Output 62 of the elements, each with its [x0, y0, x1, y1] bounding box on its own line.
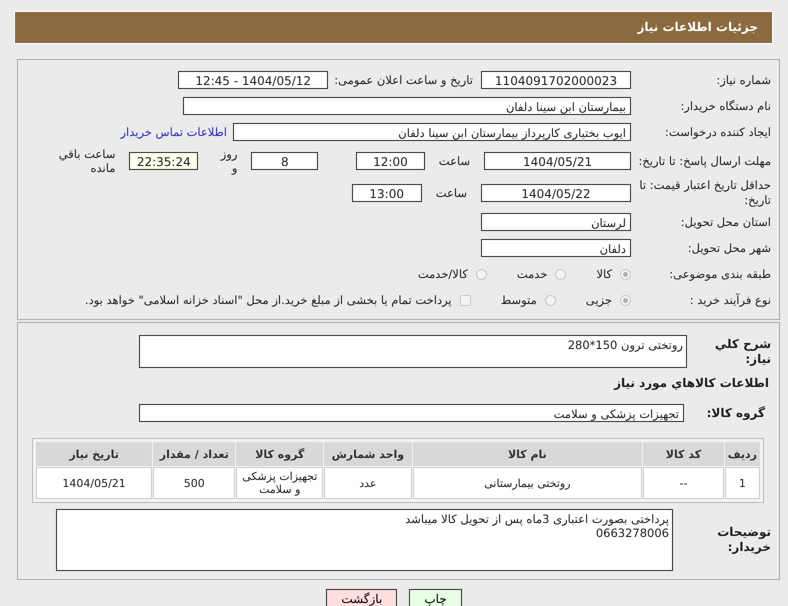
- radio-button[interactable]: [544, 294, 556, 306]
- description-textarea[interactable]: روتختی ترون 150*280: [139, 335, 687, 368]
- validity-time-field: 13:00: [352, 184, 422, 202]
- table-cell: 1: [724, 467, 760, 499]
- field-label: شهر محل تحویل:: [686, 240, 772, 256]
- field-label: حداقل تاریخ اعتبار قیمت: تا تاریخ:: [638, 178, 772, 208]
- validity-date-field: 1404/05/22: [481, 184, 631, 202]
- table-cell: روتختی بیمارستانی: [412, 467, 642, 499]
- table-cell: عدد: [324, 467, 412, 499]
- province-field: لرستان: [481, 213, 631, 231]
- column-header: واحد شمارش: [324, 442, 412, 466]
- deadline-date-field: 1404/05/21: [484, 152, 631, 170]
- radio-button[interactable]: [555, 268, 566, 280]
- radio-label: کالا: [596, 267, 612, 281]
- action-button[interactable]: بازگشت: [326, 589, 398, 606]
- field-label: استان محل تحویل:: [680, 214, 772, 230]
- column-header: گروه کالا: [236, 442, 324, 466]
- city-field: دلفان: [481, 239, 631, 257]
- radio-button[interactable]: [620, 268, 631, 280]
- need-number-field: 1104091702000023: [481, 71, 631, 89]
- table-cell: 1404/05/21: [36, 467, 152, 499]
- checkbox[interactable]: [460, 294, 471, 306]
- payment-note: پرداخت تمام یا بخشی از مبلغ خرید.از محل "اسناد خزانه اسلامی" خواهد بود.: [84, 293, 452, 307]
- days-label: روز و: [219, 147, 238, 175]
- buyer-org-field: بیمارستان ابن سینا دلفان: [183, 97, 631, 115]
- column-header: کد کالا: [643, 442, 724, 466]
- goods-group-field: تجهیزات پزشکی و سلامت: [139, 404, 684, 422]
- deadline-time-field: 12:00: [356, 152, 425, 170]
- radio-label: متوسط: [500, 293, 537, 307]
- table-cell: تجهیزات پزشکی و سلامت: [236, 467, 324, 499]
- table-cell: --: [643, 467, 724, 499]
- radio-label: خدمت: [516, 267, 548, 281]
- column-header: تعداد / مقدار: [153, 442, 236, 466]
- column-header: ردیف: [724, 442, 760, 466]
- action-button[interactable]: چاپ: [409, 589, 462, 606]
- field-label: نوع فرآیند خرید :: [688, 292, 772, 308]
- table-cell: 500: [153, 467, 236, 499]
- requester-field: ایوب بختیاری کارپرداز بیمارستان ابن سینا دلفان: [233, 123, 631, 141]
- field-label: شماره نیاز:: [715, 72, 772, 88]
- field-label: طبقه بندی موضوعی:: [668, 266, 772, 282]
- remaining-label: ساعت باقي مانده: [58, 147, 116, 175]
- field-label: تاریخ و ساعت اعلان عمومی:: [334, 73, 473, 87]
- announce-date-field: 1404/05/12 - 12:45: [178, 71, 328, 89]
- field-label: نام دستگاه خریدار:: [679, 98, 772, 114]
- field-label: گروه کالا:: [706, 406, 766, 420]
- time-label: ساعت: [436, 186, 467, 200]
- field-label: شرح کلي نياز:: [714, 336, 772, 366]
- remaining-time-field: 22:35:24: [129, 152, 198, 170]
- buyer-contact-link[interactable]: اطلاعات تماس خریدار: [120, 125, 227, 139]
- field-label: ایجاد کننده درخواست:: [664, 124, 772, 140]
- days-field: 8: [251, 152, 318, 170]
- radio-label: کالا/خدمت: [418, 267, 468, 281]
- field-label: مهلت ارسال پاسخ: تا تاریخ:: [637, 154, 772, 168]
- field-label: توضیحات خریدار:: [716, 525, 772, 555]
- radio-button[interactable]: [476, 268, 487, 280]
- section-heading: اطلاعات کالاهاي مورد نياز: [612, 375, 770, 392]
- time-label: ساعت: [438, 154, 470, 168]
- radio-button[interactable]: [620, 294, 631, 306]
- column-header: نام کالا: [412, 442, 642, 466]
- page-header: جزئیات اطلاعات نیاز: [15, 12, 772, 43]
- radio-label: جزیی: [586, 293, 612, 307]
- column-header: تاریخ نیاز: [36, 442, 152, 466]
